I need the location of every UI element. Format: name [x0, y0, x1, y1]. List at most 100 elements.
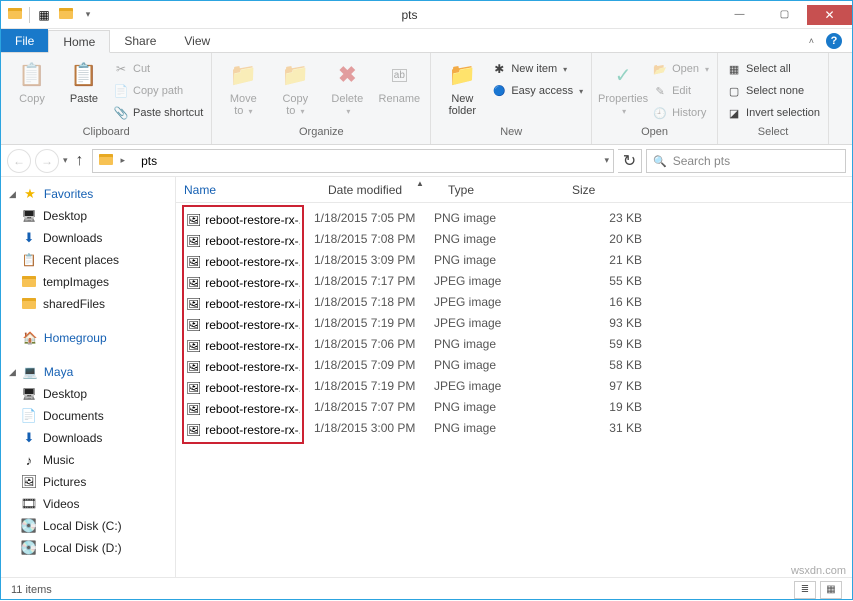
column-type[interactable]: Type [440, 177, 564, 202]
rename-button[interactable]: Rename [376, 57, 422, 105]
drive-icon [21, 518, 37, 534]
ribbon-group-clipboard: Copy Paste Cut Copy path Paste shortcut … [1, 53, 212, 144]
file-row[interactable]: reboot-restore-rx-... [186, 230, 300, 251]
refresh-button[interactable]: ↻ [618, 149, 642, 173]
nav-item-videos[interactable]: Videos [1, 493, 175, 515]
select-none-button[interactable]: Select none [726, 81, 820, 101]
file-type-icon [186, 422, 201, 438]
nav-item-pc-downloads[interactable]: Downloads [1, 427, 175, 449]
nav-up-button[interactable]: ↑ [72, 152, 88, 170]
copy-path-button[interactable]: Copy path [113, 81, 203, 101]
view-details-button[interactable]: ≣ [794, 581, 816, 599]
nav-item-desktop[interactable]: Desktop [1, 205, 175, 227]
close-button[interactable]: ✕ [807, 5, 852, 25]
file-date: 1/18/2015 7:17 PM [314, 274, 434, 288]
file-name: reboot-restore-rx-... [205, 213, 300, 227]
nav-item-music[interactable]: Music [1, 449, 175, 471]
delete-button[interactable]: Delete▾ [324, 57, 370, 118]
column-name[interactable]: Name [176, 177, 320, 202]
collapse-ribbon-icon[interactable]: ˄ [809, 36, 814, 46]
paste-shortcut-button[interactable]: Paste shortcut [113, 103, 203, 123]
sort-indicator-icon: ▲ [416, 179, 424, 188]
nav-item-pictures[interactable]: Pictures [1, 471, 175, 493]
edit-button[interactable]: Edit [652, 81, 709, 101]
file-type-icon [186, 254, 201, 270]
file-row[interactable]: reboot-restore-rx-... [186, 272, 300, 293]
paste-button[interactable]: Paste [61, 57, 107, 105]
file-type: PNG image [434, 400, 558, 414]
file-size: 16 KB [558, 295, 682, 309]
file-size: 20 KB [558, 232, 682, 246]
file-row[interactable]: reboot-restore-rx-... [186, 377, 300, 398]
qat-dropdown-icon[interactable]: ▾ [78, 5, 98, 25]
qat-newfolder-icon[interactable] [56, 5, 76, 25]
file-row[interactable]: reboot-restore-rx-... [186, 419, 300, 440]
nav-item-tempimages[interactable]: tempImages [1, 271, 175, 293]
properties-button[interactable]: Properties▾ [600, 57, 646, 118]
file-type-icon [186, 359, 201, 375]
column-size[interactable]: Size [564, 177, 688, 202]
file-row-meta: 1/18/2015 3:09 PMPNG image21 KB [314, 249, 682, 270]
search-icon [653, 154, 667, 168]
nav-item-sharedfiles[interactable]: sharedFiles [1, 293, 175, 315]
copy-to-button[interactable]: Copyto ▾ [272, 57, 318, 118]
address-segment-pts[interactable]: pts [135, 150, 163, 172]
new-item-button[interactable]: New item▾ [491, 59, 583, 79]
select-all-button[interactable]: Select all [726, 59, 820, 79]
file-type: JPEG image [434, 316, 558, 330]
downloads-icon [21, 230, 37, 246]
nav-favorites[interactable]: ◢★Favorites [1, 183, 175, 205]
file-row[interactable]: reboot-restore-rx-... [186, 335, 300, 356]
file-date: 1/18/2015 7:18 PM [314, 295, 434, 309]
address-bar: ← → ▾ ↑ ▸ pts ▾ ↻ Search pts [1, 145, 852, 177]
nav-item-recent[interactable]: Recent places [1, 249, 175, 271]
nav-pc[interactable]: ◢Maya [1, 361, 175, 383]
new-folder-button[interactable]: Newfolder [439, 57, 485, 117]
folder-icon [22, 275, 36, 290]
minimize-button[interactable]: — [717, 5, 762, 25]
tab-file[interactable]: File [1, 29, 48, 52]
nav-item-pc-desktop[interactable]: Desktop [1, 383, 175, 405]
easy-access-button[interactable]: Easy access▾ [491, 81, 583, 101]
file-row-meta: 1/18/2015 7:18 PMJPEG image16 KB [314, 291, 682, 312]
file-name: reboot-restore-rx-... [205, 423, 300, 437]
address-dropdown-icon[interactable]: ▾ [600, 155, 613, 166]
qat-properties-icon[interactable]: ▦ [34, 5, 54, 25]
ribbon-group-select: Select all Select none Invert selection … [718, 53, 829, 144]
tab-home[interactable]: Home [48, 30, 110, 53]
tab-view[interactable]: View [170, 29, 224, 52]
file-row[interactable]: reboot-restore-rx-... [186, 209, 300, 230]
nav-item-drive-c[interactable]: Local Disk (C:) [1, 515, 175, 537]
file-date: 1/18/2015 3:00 PM [314, 421, 434, 435]
copy-button[interactable]: Copy [9, 57, 55, 105]
help-icon[interactable]: ? [826, 33, 842, 49]
address-box[interactable]: ▸ pts ▾ [92, 149, 614, 173]
file-row[interactable]: reboot-restore-rx-... [186, 314, 300, 335]
file-row[interactable]: reboot-restore-rx-... [186, 356, 300, 377]
open-button[interactable]: Open▾ [652, 59, 709, 79]
view-thumbnails-button[interactable]: ▦ [820, 581, 842, 599]
file-row[interactable]: reboot-restore-rx-... [186, 251, 300, 272]
open-icon [652, 61, 668, 77]
history-button[interactable]: History [652, 103, 709, 123]
file-type: PNG image [434, 337, 558, 351]
cut-button[interactable]: Cut [113, 59, 203, 79]
maximize-button[interactable]: ▢ [762, 5, 807, 25]
nav-homegroup[interactable]: ◢Homegroup [1, 327, 175, 349]
move-to-button[interactable]: Moveto ▾ [220, 57, 266, 118]
nav-back-button[interactable]: ← [7, 149, 31, 173]
music-icon [21, 452, 37, 468]
videos-icon [21, 496, 37, 512]
invert-selection-button[interactable]: Invert selection [726, 103, 820, 123]
nav-forward-button[interactable]: → [35, 149, 59, 173]
nav-item-documents[interactable]: 📄Documents [1, 405, 175, 427]
copy-to-icon [279, 59, 311, 91]
tab-share[interactable]: Share [110, 29, 170, 52]
file-row[interactable]: reboot-restore-rx-... [186, 398, 300, 419]
nav-item-drive-d[interactable]: Local Disk (D:) [1, 537, 175, 559]
pc-icon [22, 364, 38, 380]
nav-item-downloads[interactable]: Downloads [1, 227, 175, 249]
search-input[interactable]: Search pts [646, 149, 846, 173]
nav-recent-dropdown[interactable]: ▾ [63, 155, 68, 166]
file-row[interactable]: reboot-restore-rx-i... [186, 293, 300, 314]
